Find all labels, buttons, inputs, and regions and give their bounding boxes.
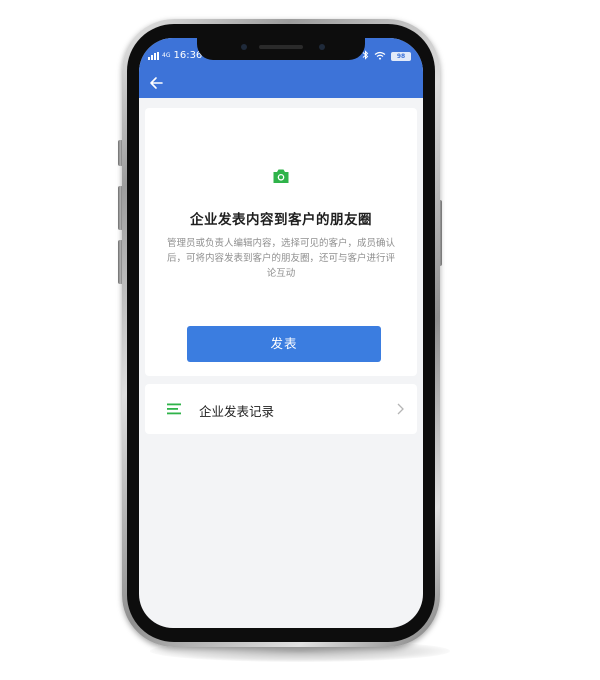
front-camera-icon: [241, 44, 247, 50]
arrow-left-icon: [150, 77, 163, 89]
bluetooth-icon: [362, 50, 369, 63]
notch: [197, 38, 365, 60]
wifi-icon: [374, 51, 386, 63]
phone-screen: 4G 16:36 98 企业发表内容到客户的朋友圈 管理员或负责人编辑内容，选择…: [139, 38, 423, 628]
hero-card: 企业发表内容到客户的朋友圈 管理员或负责人编辑内容，选择可见的客户，成员确认后，…: [145, 108, 417, 376]
back-button[interactable]: [145, 72, 167, 94]
battery-icon: 98: [391, 52, 411, 61]
phone-frame: 4G 16:36 98 企业发表内容到客户的朋友圈 管理员或负责人编辑内容，选择…: [122, 19, 440, 647]
list-icon: [167, 403, 181, 415]
signal-icon: [148, 51, 159, 60]
earpiece-speaker: [259, 45, 303, 49]
status-left: 4G 16:36: [148, 50, 202, 61]
publish-button[interactable]: 发表: [187, 326, 381, 362]
records-label: 企业发表记录: [199, 404, 275, 419]
app-bar: [139, 68, 423, 98]
proximity-sensor-icon: [319, 44, 325, 50]
network-type: 4G: [162, 51, 171, 59]
camera-icon: [273, 169, 289, 183]
status-right: 98: [362, 50, 411, 63]
publish-records-row[interactable]: 企业发表记录: [145, 384, 417, 434]
chevron-right-icon: [397, 403, 404, 415]
hero-description: 管理员或负责人编辑内容，选择可见的客户，成员确认后，可将内容发表到客户的朋友圈，…: [166, 238, 395, 279]
hero-title: 企业发表内容到客户的朋友圈: [190, 212, 372, 228]
mockup-stage: 4G 16:36 98 企业发表内容到客户的朋友圈 管理员或负责人编辑内容，选择…: [0, 0, 600, 680]
